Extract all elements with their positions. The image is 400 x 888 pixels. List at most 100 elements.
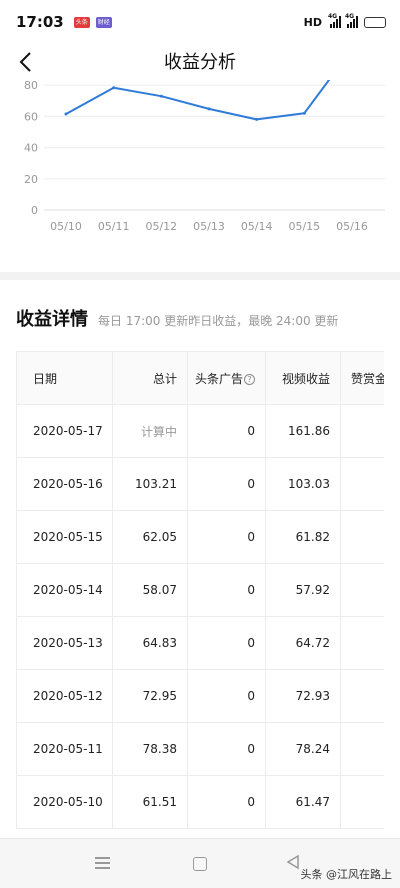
- cell-date: 2020-05-16: [16, 457, 113, 511]
- cell-ad: 0: [187, 669, 266, 723]
- cell-total: 计算中: [112, 404, 188, 458]
- chart-svg: 80 60 40 20 0 05/10 05/11 05/12 05/13 05/14 05/15 0…: [24, 80, 385, 233]
- column-header-date: 日期: [16, 351, 113, 405]
- cell-date: 2020-05-11: [16, 722, 113, 776]
- cell-reward: [340, 722, 384, 776]
- earnings-table-container[interactable]: 日期 总计 头条广告? 视频收益 赞赏金 2020-05-17 计算中 0 161.8…: [16, 351, 384, 839]
- column-header-ad: 头条广告?: [187, 351, 266, 405]
- earnings-line-chart: 80 60 40 20 0 05/10 05/11 05/12 05/13 05/14 05/15 0…: [0, 80, 400, 240]
- cell-video: 61.82: [265, 510, 341, 564]
- x-tick-label: 05/16: [336, 220, 368, 233]
- cell-ad: 0: [187, 457, 266, 511]
- cell-reward: [340, 616, 384, 670]
- cell-reward: [340, 669, 384, 723]
- column-header-ad-label: 头条广告: [194, 371, 243, 386]
- network-type-label-2: 4G: [345, 13, 355, 20]
- signal-icon: 4G: [328, 13, 341, 28]
- battery-icon: [364, 16, 386, 28]
- table-row: 2020-05-13 64.83 0 64.72: [16, 616, 384, 670]
- y-tick-label: 20: [24, 173, 38, 186]
- back-triangle-icon[interactable]: [286, 854, 300, 870]
- cell-video: 161.86: [265, 404, 341, 458]
- table-row: 2020-05-12 72.95 0 72.93: [16, 669, 384, 723]
- status-time: 17:03: [16, 13, 64, 31]
- cell-video: 57.92: [265, 563, 341, 617]
- data-point: [112, 86, 116, 90]
- cell-total: 64.83: [112, 616, 188, 670]
- column-header-video: 视频收益: [265, 351, 341, 405]
- details-header: 收益详情 每日 17:00 更新昨日收益，最晚 24:00 更新: [16, 305, 338, 331]
- x-tick-label: 05/13: [193, 220, 225, 233]
- details-subtitle: 每日 17:00 更新昨日收益，最晚 24:00 更新: [98, 314, 339, 328]
- cell-reward: [340, 457, 384, 511]
- cell-date: 2020-05-12: [16, 669, 113, 723]
- cell-reward: [340, 510, 384, 564]
- table-row: 2020-05-17 计算中 0 161.86: [16, 404, 384, 458]
- cell-reward: [340, 404, 384, 458]
- cell-reward: [340, 775, 384, 829]
- cell-total: 61.51: [112, 775, 188, 829]
- y-tick-label: 80: [24, 80, 38, 92]
- earnings-table: 日期 总计 头条广告? 视频收益 赞赏金 2020-05-17 计算中 0 161.8…: [16, 351, 384, 829]
- network-type-label: 4G: [328, 13, 338, 20]
- cell-total: 103.21: [112, 457, 188, 511]
- cell-date: 2020-05-17: [16, 404, 113, 458]
- y-tick-label: 60: [24, 110, 38, 123]
- cell-date: 2020-05-13: [16, 616, 113, 670]
- table-row: 2020-05-16 103.21 0 103.03: [16, 457, 384, 511]
- finance-app-notification-icon: 财经: [95, 16, 112, 28]
- hd-indicator: HD: [303, 15, 322, 29]
- watermark: 头条 @江风在路上: [300, 868, 393, 881]
- cell-video: 78.24: [265, 722, 341, 776]
- cell-total: 58.07: [112, 563, 188, 617]
- table-row: 2020-05-15 62.05 0 61.82: [16, 510, 384, 564]
- section-divider: [0, 272, 400, 280]
- x-tick-label: 05/15: [288, 220, 320, 233]
- page-title: 收益分析: [164, 52, 236, 73]
- nav-bar: 收益分析: [0, 44, 400, 80]
- cell-ad: 0: [187, 722, 266, 776]
- cell-video: 64.72: [265, 616, 341, 670]
- x-tick-label: 05/10: [50, 220, 82, 233]
- cell-video: 72.93: [265, 669, 341, 723]
- cell-date: 2020-05-15: [16, 510, 113, 564]
- table-header-row: 日期 总计 头条广告? 视频收益 赞赏金: [16, 351, 384, 405]
- x-tick-label: 05/14: [241, 220, 273, 233]
- table-row: 2020-05-11 78.38 0 78.24: [16, 722, 384, 776]
- y-tick-label: 40: [24, 142, 38, 155]
- menu-icon[interactable]: [95, 857, 110, 869]
- home-icon[interactable]: [193, 857, 207, 871]
- column-header-total: 总计: [112, 351, 188, 405]
- cell-ad: 0: [187, 404, 266, 458]
- cell-ad: 0: [187, 510, 266, 564]
- table-row: 2020-05-14 58.07 0 57.92: [16, 563, 384, 617]
- y-tick-label: 0: [31, 204, 38, 217]
- cell-reward: [340, 563, 384, 617]
- data-point: [255, 117, 259, 121]
- details-title: 收益详情: [16, 309, 88, 330]
- cell-ad: 0: [187, 775, 266, 829]
- news-app-notification-icon: 头条: [73, 16, 90, 28]
- data-point: [64, 112, 68, 116]
- cell-total: 78.38: [112, 722, 188, 776]
- cell-video: 61.47: [265, 775, 341, 829]
- column-header-reward: 赞赏金: [340, 351, 384, 405]
- signal-icon-2: 4G: [345, 13, 358, 28]
- data-point: [207, 107, 211, 111]
- cell-date: 2020-05-10: [16, 775, 113, 829]
- status-indicators: HD 4G 4G: [304, 0, 386, 44]
- status-bar: 17:03 头条 财经 HD 4G 4G: [0, 0, 400, 44]
- table-row: 2020-05-10 61.51 0 61.47: [16, 775, 384, 829]
- data-point: [159, 94, 163, 98]
- x-tick-label: 05/11: [98, 220, 130, 233]
- system-nav-bar: 头条 @江风在路上: [0, 838, 400, 888]
- cell-total: 72.95: [112, 669, 188, 723]
- cell-ad: 0: [187, 616, 266, 670]
- cell-date: 2020-05-14: [16, 563, 113, 617]
- cell-video: 103.03: [265, 457, 341, 511]
- question-circle-icon[interactable]: ?: [244, 373, 255, 385]
- x-tick-label: 05/12: [145, 220, 177, 233]
- cell-total: 62.05: [112, 510, 188, 564]
- series-line: [65, 80, 331, 121]
- table-body: 2020-05-17 计算中 0 161.86 2020-05-16 103.21 0 103…: [16, 404, 384, 829]
